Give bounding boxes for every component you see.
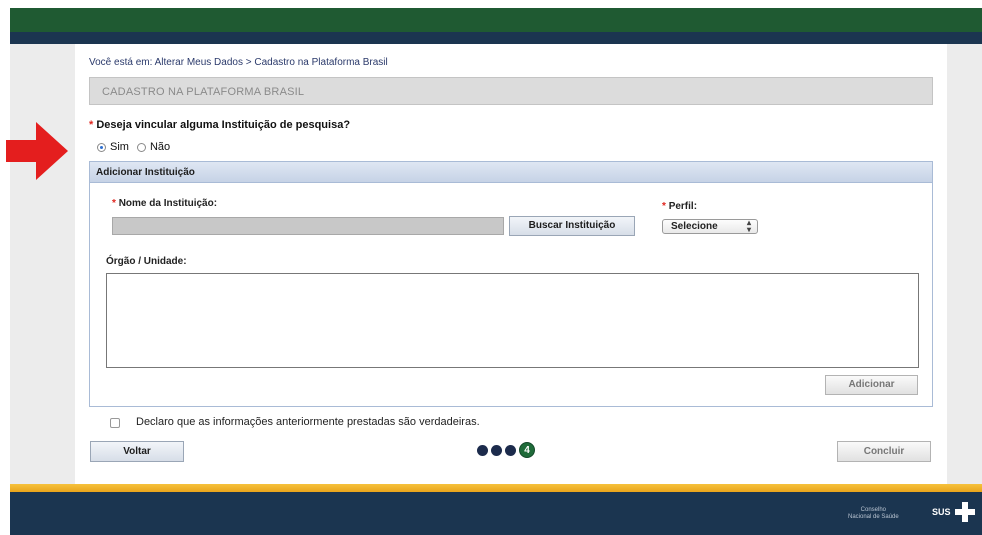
sus-logo-text: SUS: [932, 507, 951, 517]
institution-label: * Nome da Instituição:: [112, 198, 217, 209]
unit-label: Órgão / Unidade:: [106, 256, 187, 267]
radio-nao[interactable]: [136, 142, 146, 152]
institution-name-input[interactable]: [112, 217, 504, 235]
radio-group: Sim Não: [97, 141, 170, 153]
search-institution-button[interactable]: Buscar Instituição: [509, 216, 635, 236]
add-button[interactable]: Adicionar: [825, 375, 918, 395]
section-title: CADASTRO NA PLATAFORMA BRASIL: [102, 86, 305, 98]
radio-sim-label[interactable]: Sim: [110, 141, 129, 153]
breadcrumb: Você está em: Alterar Meus Dados > Cadas…: [89, 57, 388, 68]
step-dot: [491, 444, 502, 456]
panel-title: Adicionar Instituição: [96, 167, 195, 178]
section-header: CADASTRO NA PLATAFORMA BRASIL: [89, 77, 933, 105]
declaration-text: Declaro que as informações anteriormente…: [136, 416, 480, 428]
select-arrows-icon: ▴ ▾: [746, 218, 751, 234]
institution-label-text: Nome da Instituição:: [118, 198, 218, 209]
current-step: 4: [519, 442, 535, 458]
required-marker: *: [112, 198, 116, 209]
required-marker: *: [89, 119, 94, 131]
add-institution-panel: Adicionar Instituição * Nome da Institui…: [89, 161, 933, 407]
council-line2: Nacional de Saúde: [848, 514, 899, 520]
question-text: Deseja vincular alguma Instituição de pe…: [96, 119, 351, 131]
footer-gold-stripe: [10, 484, 982, 492]
council-line1: Conselho: [860, 507, 887, 513]
main-content: Você está em: Alterar Meus Dados > Cadas…: [75, 44, 947, 484]
required-marker: *: [662, 201, 666, 212]
footer: Conselho Nacional de Saúde SUS: [10, 492, 982, 535]
profile-label-text: Perfil:: [668, 201, 698, 212]
council-logo-text: Conselho Nacional de Saúde: [848, 507, 899, 521]
question-label: * Deseja vincular alguma Instituição de …: [89, 119, 350, 131]
top-navy-bar: [10, 32, 982, 44]
panel-header: Adicionar Instituição: [90, 162, 932, 183]
finish-button[interactable]: Concluir: [837, 441, 931, 462]
radio-sim[interactable]: [97, 142, 106, 152]
step-indicator: 4: [477, 442, 535, 458]
red-right-arrow-icon: [6, 122, 68, 180]
profile-select-value: Selecione: [671, 221, 718, 232]
sus-cross-icon: [955, 502, 975, 522]
profile-select[interactable]: Selecione ▴ ▾: [662, 219, 758, 234]
back-button[interactable]: Voltar: [90, 441, 184, 462]
declaration-checkbox[interactable]: [110, 418, 120, 428]
top-green-bar: [10, 8, 982, 32]
step-dot: [477, 444, 488, 456]
radio-nao-label[interactable]: Não: [150, 141, 170, 153]
profile-label: * Perfil:: [662, 201, 697, 212]
step-dot: [505, 444, 516, 456]
unit-textarea[interactable]: [106, 273, 919, 368]
